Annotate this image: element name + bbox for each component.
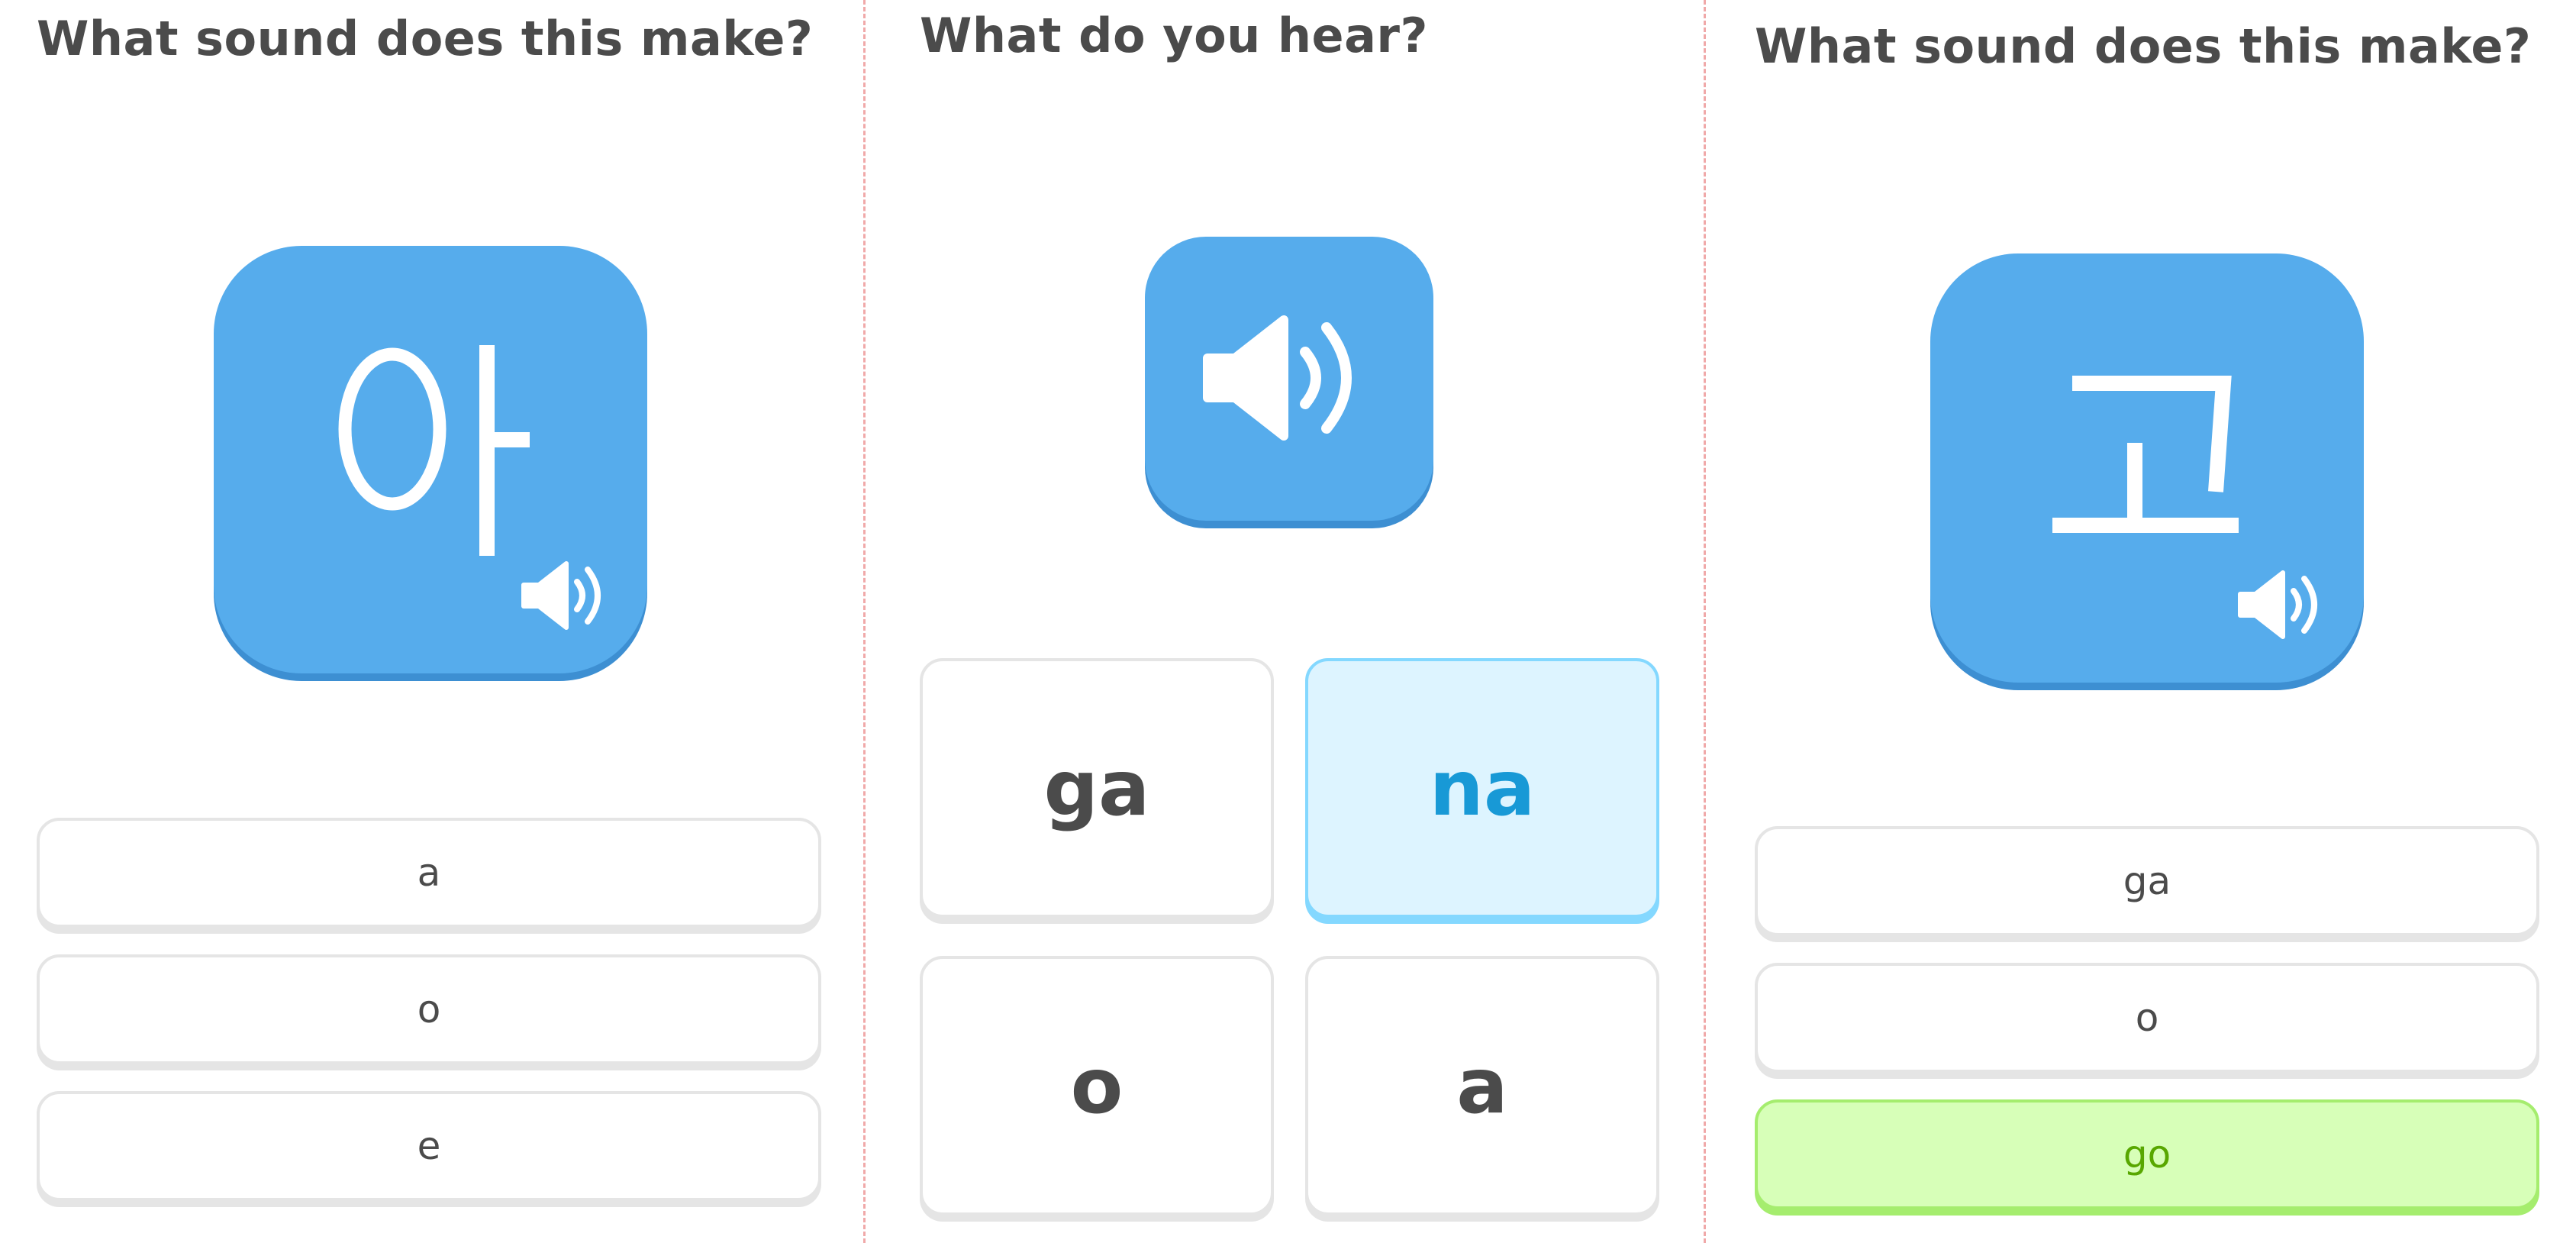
answer-card-label: a [1456,1041,1508,1131]
answer-card-ga[interactable]: ga [920,658,1274,918]
answer-option-ga[interactable]: ga [1755,826,2539,936]
answer-card-o[interactable]: o [920,956,1274,1216]
question-title: What sound does this make? [1755,18,2532,74]
answer-option-o[interactable]: o [37,954,821,1064]
panel-listening-question: What do you hear? ga na o a [866,0,1704,1243]
answer-card-label: na [1429,743,1536,833]
panel-character-question-a: What sound does this make? 아 a o e [0,0,863,1243]
question-title: What sound does this make? [37,11,814,66]
answer-card-na[interactable]: na [1305,658,1659,918]
answer-option-label: o [417,987,441,1032]
character-audio-button[interactable] [1930,253,2364,683]
speaker-icon [521,561,601,630]
answer-option-a[interactable]: a [37,818,821,928]
answer-option-e[interactable]: e [37,1091,821,1201]
question-title: What do you hear? [920,8,1428,63]
answer-card-label: ga [1043,743,1150,833]
answer-option-label: e [417,1124,441,1168]
character-audio-button[interactable] [214,246,647,673]
speaker-icon [1203,315,1352,441]
answer-card-a[interactable]: a [1305,956,1659,1216]
answer-option-label: go [2123,1132,2171,1177]
play-audio-button[interactable] [1145,237,1433,521]
answer-card-label: o [1070,1041,1124,1131]
panel-character-question-go: What sound does this make? 고 ga o go [1706,0,2576,1243]
answer-option-label: o [2135,996,2159,1040]
answer-option-label: a [417,851,441,895]
answer-option-go[interactable]: go [1755,1099,2539,1209]
answer-option-label: ga [2123,859,2171,903]
speaker-icon [2238,570,2317,639]
answer-option-o[interactable]: o [1755,963,2539,1073]
